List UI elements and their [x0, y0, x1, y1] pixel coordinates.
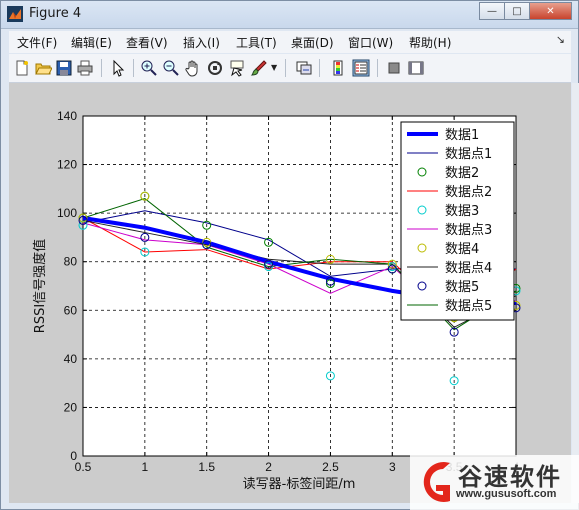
open-file-icon[interactable] — [34, 59, 52, 77]
hide-plot-tools-icon[interactable] — [385, 59, 403, 77]
right-edge-strip — [572, 83, 579, 503]
zoom-in-icon[interactable] — [140, 59, 158, 77]
menu-view[interactable]: 查看(V) — [126, 34, 168, 51]
menu-file[interactable]: 文件(F) — [17, 34, 57, 51]
x-tick-label: 2.5 — [322, 460, 339, 474]
data-cursor-icon[interactable] — [228, 59, 246, 77]
x-tick-label: 0.5 — [75, 460, 92, 474]
watermark-logo: 谷速软件 www.gususoft.com — [410, 455, 579, 510]
y-axis-label: RSSI信号强度值 — [32, 239, 48, 333]
legend-entry-label: 数据1 — [445, 128, 479, 143]
link-plot-icon[interactable] — [295, 59, 313, 77]
maximize-button[interactable]: □ — [504, 2, 530, 20]
legend-box[interactable]: 数据1 数据点1 数据2 数据点2 数据3 数据点3 数据4 数据点4 数据5 数据点5 — [400, 121, 515, 321]
menu-help[interactable]: 帮助(H) — [409, 34, 451, 51]
menu-edit[interactable]: 编辑(E) — [71, 34, 112, 51]
new-figure-icon[interactable] — [13, 59, 31, 77]
print-icon[interactable] — [76, 59, 94, 77]
x-axis-label: 读写器-标签间距/m — [243, 476, 356, 492]
x-tick-label: 3 — [389, 460, 396, 474]
x-tick-label: 2 — [265, 460, 272, 474]
plot-svg: 0.511.522.533.54020406080100120140 读写器-标… — [32, 109, 521, 492]
legend-entry-label: 数据3 — [445, 204, 479, 219]
legend-entry-label: 数据点2 — [445, 185, 492, 200]
brush-dropdown-icon[interactable]: ▼ — [271, 59, 289, 77]
save-icon[interactable] — [55, 59, 73, 77]
legend-entry-label: 数据点5 — [445, 299, 492, 314]
menu-bar: 文件(F) 编辑(E) 查看(V) 插入(I) 工具(T) 桌面(D) 窗口(W… — [9, 31, 571, 53]
y-tick-label: 80 — [64, 255, 78, 269]
window-title: Figure 4 — [29, 6, 82, 21]
y-tick-label: 0 — [70, 449, 77, 463]
y-tick-label: 140 — [57, 109, 77, 123]
figure-window: Figure 4 — □ ✕ 文件(F) 编辑(E) 查看(V) 插入(I) 工… — [0, 0, 579, 510]
show-plot-tools-icon[interactable] — [407, 59, 425, 77]
minimize-button[interactable]: — — [479, 2, 505, 20]
menu-desktop[interactable]: 桌面(D) — [291, 34, 334, 51]
pan-hand-icon[interactable] — [184, 59, 202, 77]
legend-entry-label: 数据点1 — [445, 147, 492, 162]
menu-insert[interactable]: 插入(I) — [183, 34, 220, 51]
legend-entry-label: 数据点3 — [445, 223, 492, 238]
menu-window[interactable]: 窗口(W) — [348, 34, 393, 51]
x-tick-label: 1.5 — [198, 460, 215, 474]
y-tick-label: 60 — [64, 303, 78, 317]
menu-dock-arrow-icon[interactable]: ↘ — [556, 33, 565, 46]
x-tick-label: 1 — [142, 460, 149, 474]
zoom-out-icon[interactable] — [162, 59, 180, 77]
y-tick-label: 100 — [57, 206, 77, 220]
watermark-url: www.gususoft.com — [456, 488, 557, 500]
figure-canvas[interactable]: 0.511.522.533.54020406080100120140 读写器-标… — [9, 83, 571, 503]
y-tick-label: 20 — [64, 400, 78, 414]
rotate-3d-icon[interactable] — [206, 59, 224, 77]
legend-entry-label: 数据5 — [445, 280, 479, 295]
y-tick-label: 120 — [57, 158, 77, 172]
legend-entry-label: 数据4 — [445, 242, 479, 257]
y-tick-label: 40 — [64, 352, 78, 366]
legend-entry-label: 数据2 — [445, 166, 479, 181]
watermark-text: 谷速软件 — [458, 463, 562, 491]
title-bar[interactable]: Figure 4 — □ ✕ — [1, 1, 578, 29]
matlab-app-icon — [7, 6, 23, 22]
pointer-icon[interactable] — [109, 59, 127, 77]
legend-icon[interactable] — [352, 59, 370, 77]
figure-toolbar: ▼ — [9, 54, 571, 83]
close-button[interactable]: ✕ — [529, 2, 572, 20]
colorbar-icon[interactable] — [329, 59, 347, 77]
brush-icon[interactable] — [250, 59, 268, 77]
legend-entry-label: 数据点4 — [445, 261, 492, 276]
menu-tools[interactable]: 工具(T) — [236, 34, 277, 51]
